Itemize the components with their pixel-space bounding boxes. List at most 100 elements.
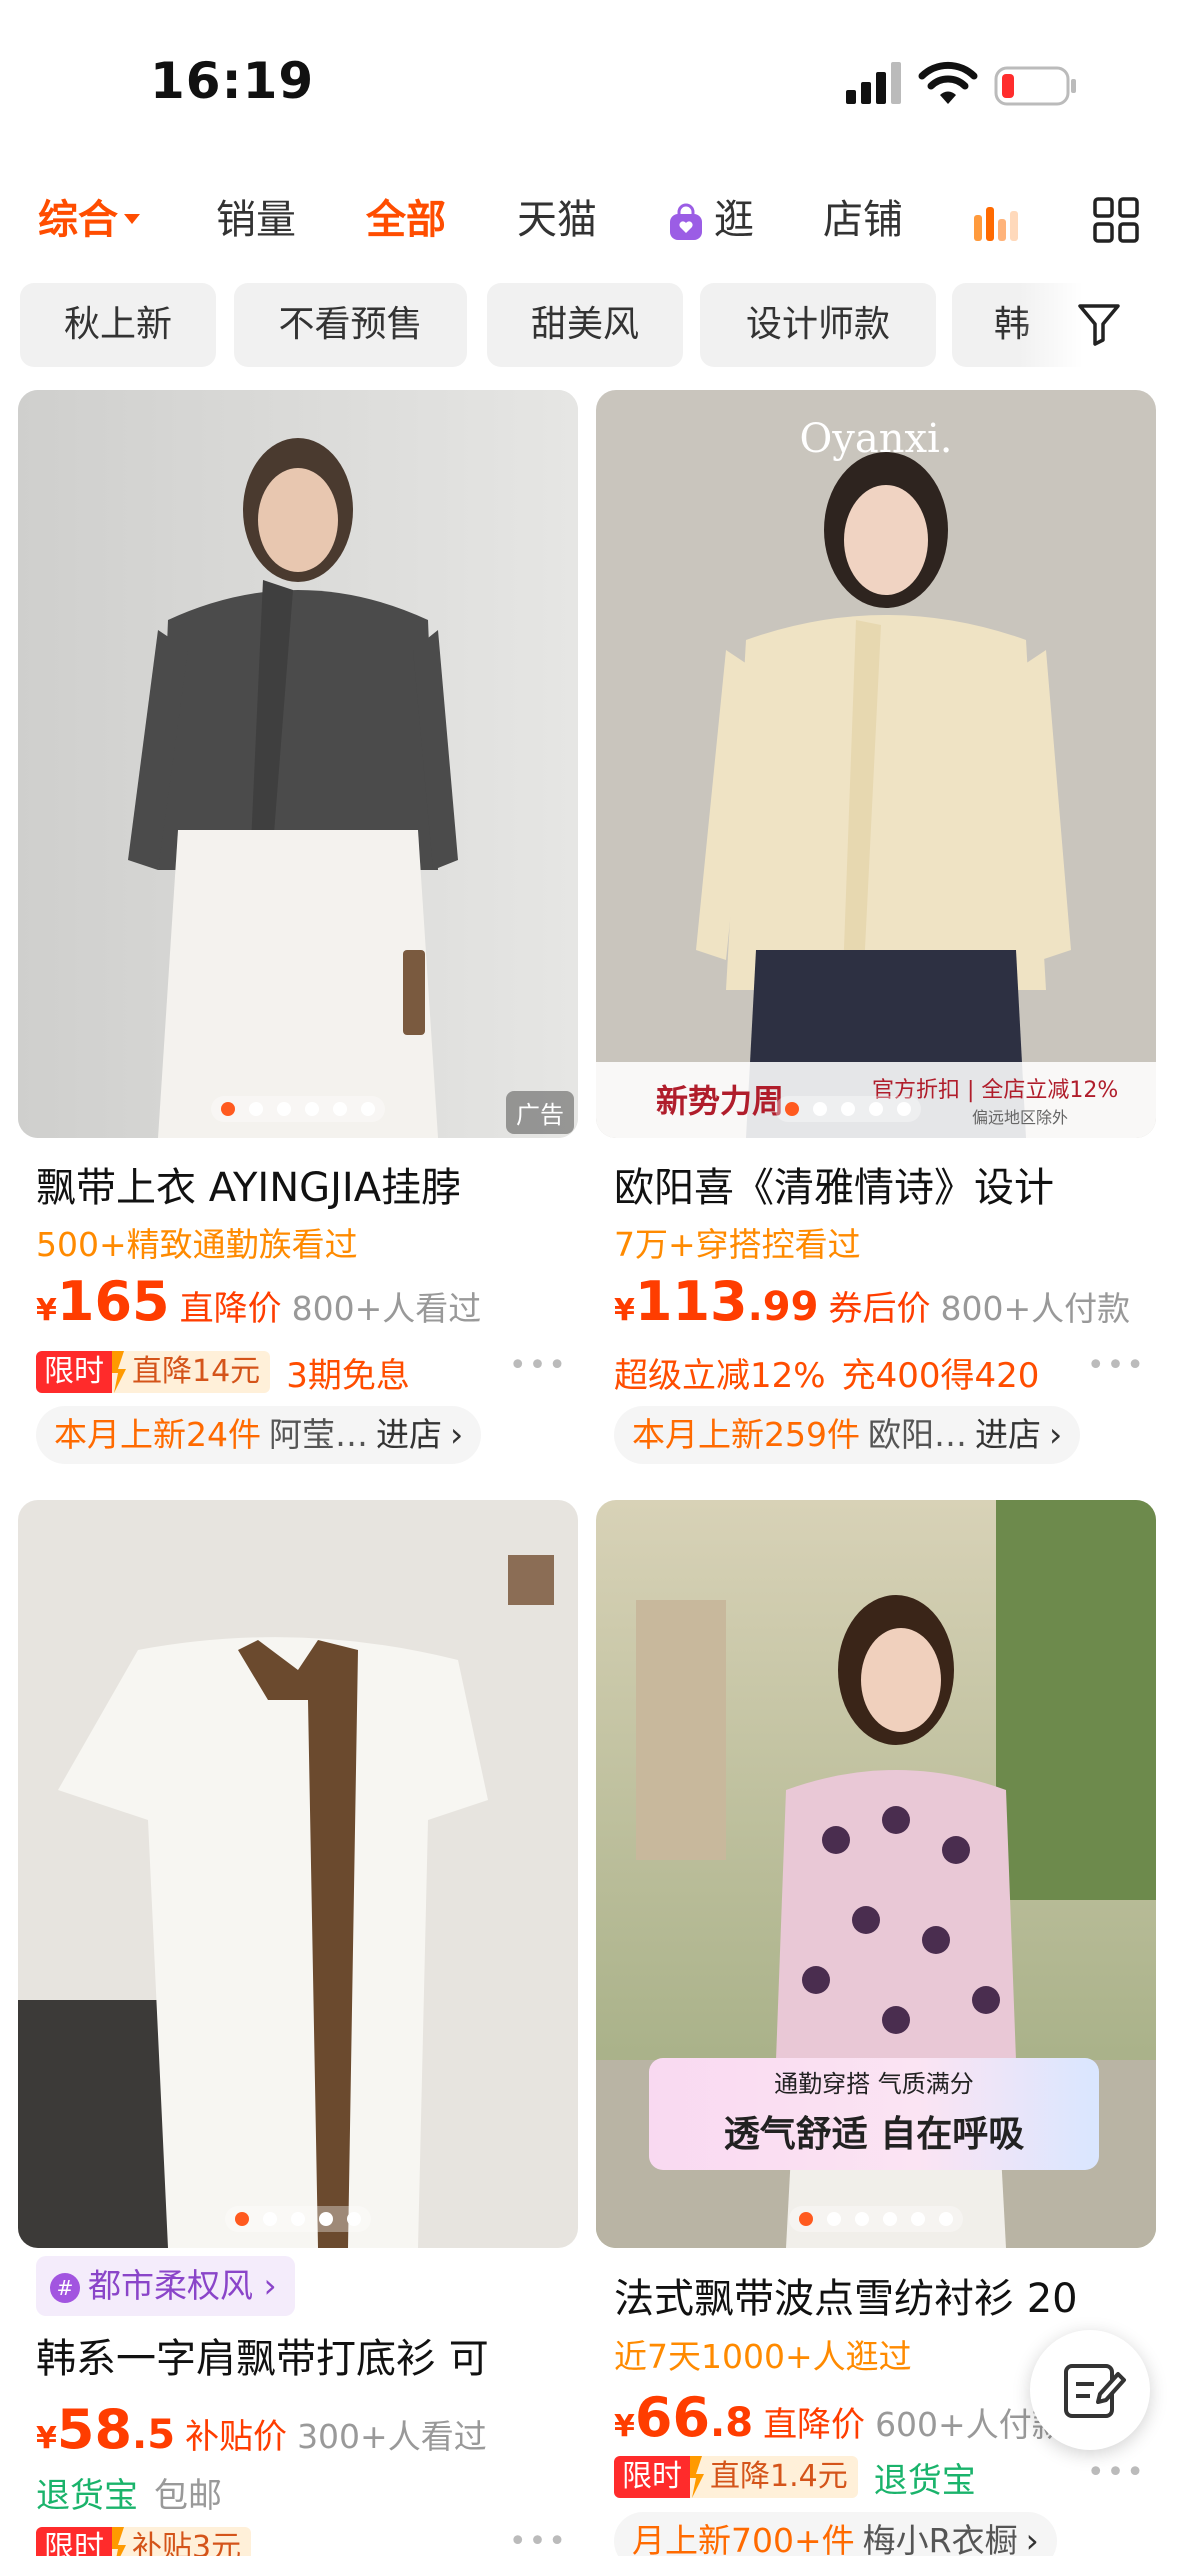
promo-tags: 限时 补贴3元 (36, 2526, 252, 2556)
price-row: ¥66.8 直降价 600+人付款 (614, 2386, 1065, 2450)
layout-grid-icon[interactable] (1093, 197, 1139, 243)
payment-count: 800+人付款 (940, 1289, 1131, 1328)
more-options-icon[interactable]: ••• (509, 1348, 568, 1383)
pager-dot (855, 2212, 869, 2226)
promo-tags: 限时 直降1.4元 退货宝 (614, 2455, 976, 2501)
pager-dot (785, 1102, 799, 1116)
shop-entry[interactable]: 本月上新24件 阿莹… 进店 › (36, 1406, 482, 1464)
pager-dot (305, 1102, 319, 1116)
filter-chips: 秋上新 不看预售 甜美风 设计师款 韩 (0, 283, 1179, 367)
pager-dot (319, 2212, 333, 2226)
image-pager (789, 2206, 963, 2232)
image-pager (225, 2206, 371, 2232)
lightning-icon (112, 2527, 126, 2556)
return-insurance-tag: 退货宝 (873, 2460, 976, 2501)
ad-label: 广告 (506, 1091, 574, 1134)
enter-shop-link: 进店 (376, 1415, 442, 1454)
chevron-right-icon: › (450, 1415, 464, 1454)
currency-symbol: ¥ (36, 2421, 57, 2456)
price-label: 券后价 (828, 1289, 931, 1329)
filter-funnel-icon[interactable] (1076, 300, 1122, 348)
free-shipping-tag: 包邮 (154, 2475, 222, 2516)
limited-time-badge: 限时 补贴3元 (36, 2527, 252, 2556)
more-options-icon[interactable]: ••• (1087, 2455, 1146, 2490)
chip-sweet-style[interactable]: 甜美风 (487, 283, 683, 367)
view-count: 300+人看过 (297, 2417, 487, 2456)
tab-comprehensive[interactable]: 综合 (38, 185, 140, 255)
promo-note: 偏远地区除外 (972, 1108, 1069, 1127)
product-title: 欧阳喜《清雅情诗》设计 (614, 1165, 1054, 1211)
tab-tmall[interactable]: 天猫 (517, 185, 597, 255)
pager-dot (235, 2212, 249, 2226)
price-row: ¥58.5 补贴价 300+人看过 (36, 2398, 487, 2462)
price-label: 直降价 (179, 1289, 282, 1329)
bar-chart-icon[interactable] (974, 201, 1018, 241)
limited-time-badge: 限时 直降14元 (36, 1351, 271, 1393)
pager-dot (897, 1102, 911, 1116)
style-tag[interactable]: # 都市柔权风 › (36, 2256, 295, 2316)
enter-shop-link: 进店 (975, 1415, 1041, 1454)
recharge-tag: 充400得420 (841, 1355, 1040, 1396)
product-image[interactable] (18, 1500, 578, 2248)
tab-all[interactable]: 全部 (366, 185, 446, 255)
limited-time-badge: 限时 直降1.4元 (614, 2456, 858, 2498)
product-image[interactable]: 广告 (18, 390, 578, 1138)
pager-dot (869, 1102, 883, 1116)
price-row: ¥165 直降价 800+人看过 (36, 1270, 481, 1334)
more-options-icon[interactable]: ••• (1087, 1348, 1146, 1383)
product-subtitle: 7万+穿搭控看过 (614, 1225, 861, 1264)
status-time: 16:19 (150, 52, 315, 110)
product-card[interactable]: # 都市柔权风 › 韩系一字肩飘带打底衫 可 ¥58.5 补贴价 300+人看过 退货… (18, 1500, 578, 2556)
product-card[interactable]: Oyanxi. 新势力周 官方折扣 | 全店立减12% 偏远地区除外 欧阳喜《清… (596, 390, 1156, 1470)
chip-designer[interactable]: 设计师款 (700, 283, 936, 367)
product-card[interactable]: 广告 飘带上衣 AYINGJIA挂脖 500+精致通勤族看过 ¥165 直降价 80… (18, 390, 578, 1470)
lightning-icon (112, 1351, 126, 1393)
price-value: 165 (56, 1270, 170, 1333)
image-pager (211, 1096, 385, 1122)
banner-line-1: 通勤穿搭 气质满分 (774, 2070, 974, 2098)
shop-entry[interactable]: 本月上新259件 欧阳… 进店 › (614, 1406, 1081, 1464)
chip-autumn-new[interactable]: 秋上新 (20, 283, 216, 367)
price-value: 58.5 (56, 2398, 176, 2461)
currency-symbol: ¥ (36, 1293, 57, 1328)
price-row: ¥113.99 券后价 800+人付款 (614, 1270, 1130, 1334)
product-title: 法式飘带波点雪纺衬衫 20 (614, 2276, 1078, 2322)
shop-new-count: 本月上新259件 (632, 1415, 860, 1454)
shop-new-count: 月上新700+件 (632, 2521, 855, 2556)
pager-dot (799, 2212, 813, 2226)
tab-shops[interactable]: 店铺 (823, 185, 903, 255)
feedback-float-button[interactable] (1030, 2330, 1150, 2450)
chevron-right-icon: › (1049, 1415, 1063, 1454)
edit-note-icon (1064, 2364, 1126, 2418)
pager-dot (939, 2212, 953, 2226)
chip-no-presale[interactable]: 不看预售 (234, 283, 467, 367)
caret-down-icon (124, 214, 140, 224)
tab-browse[interactable]: 逛 (714, 185, 754, 255)
more-options-icon[interactable]: ••• (509, 2524, 568, 2556)
promo-tags: 超级立减12% 充400得420 (614, 1350, 1040, 1396)
status-bar: 16:19 (0, 0, 1179, 170)
return-insurance-tag: 退货宝 (36, 2475, 138, 2516)
tab-sales[interactable]: 销量 (216, 185, 296, 255)
promo-banner: 通勤穿搭 气质满分 透气舒适 自在呼吸 (649, 2058, 1099, 2170)
chevron-right-icon: › (1025, 2521, 1039, 2556)
product-photo (596, 390, 1156, 1138)
currency-symbol: ¥ (614, 2409, 635, 2444)
service-tags: 退货宝 包邮 (36, 2470, 222, 2516)
shop-name: 欧阳… (868, 1415, 967, 1454)
pager-dot (333, 1102, 347, 1116)
cellular-signal-icon (846, 62, 901, 104)
product-subtitle: 500+精致通勤族看过 (36, 1225, 358, 1264)
price-label: 直降价 (763, 2405, 866, 2445)
product-image[interactable]: Oyanxi. 新势力周 官方折扣 | 全店立减12% 偏远地区除外 (596, 390, 1156, 1138)
promo-tags: 限时 直降14元 3期免息 (36, 1350, 410, 1396)
installment-tag: 3期免息 (286, 1355, 410, 1396)
pager-dot (277, 1102, 291, 1116)
lightning-icon (690, 2456, 704, 2498)
wifi-icon (918, 61, 978, 104)
pager-dot (813, 1102, 827, 1116)
product-image[interactable]: 通勤穿搭 气质满分 透气舒适 自在呼吸 (596, 1500, 1156, 2248)
sort-tabs: 综合 销量 全部 天猫 逛 店铺 (0, 185, 1179, 255)
product-photo (18, 390, 578, 1138)
shop-entry[interactable]: 月上新700+件 梅小R衣橱 › (614, 2512, 1057, 2556)
